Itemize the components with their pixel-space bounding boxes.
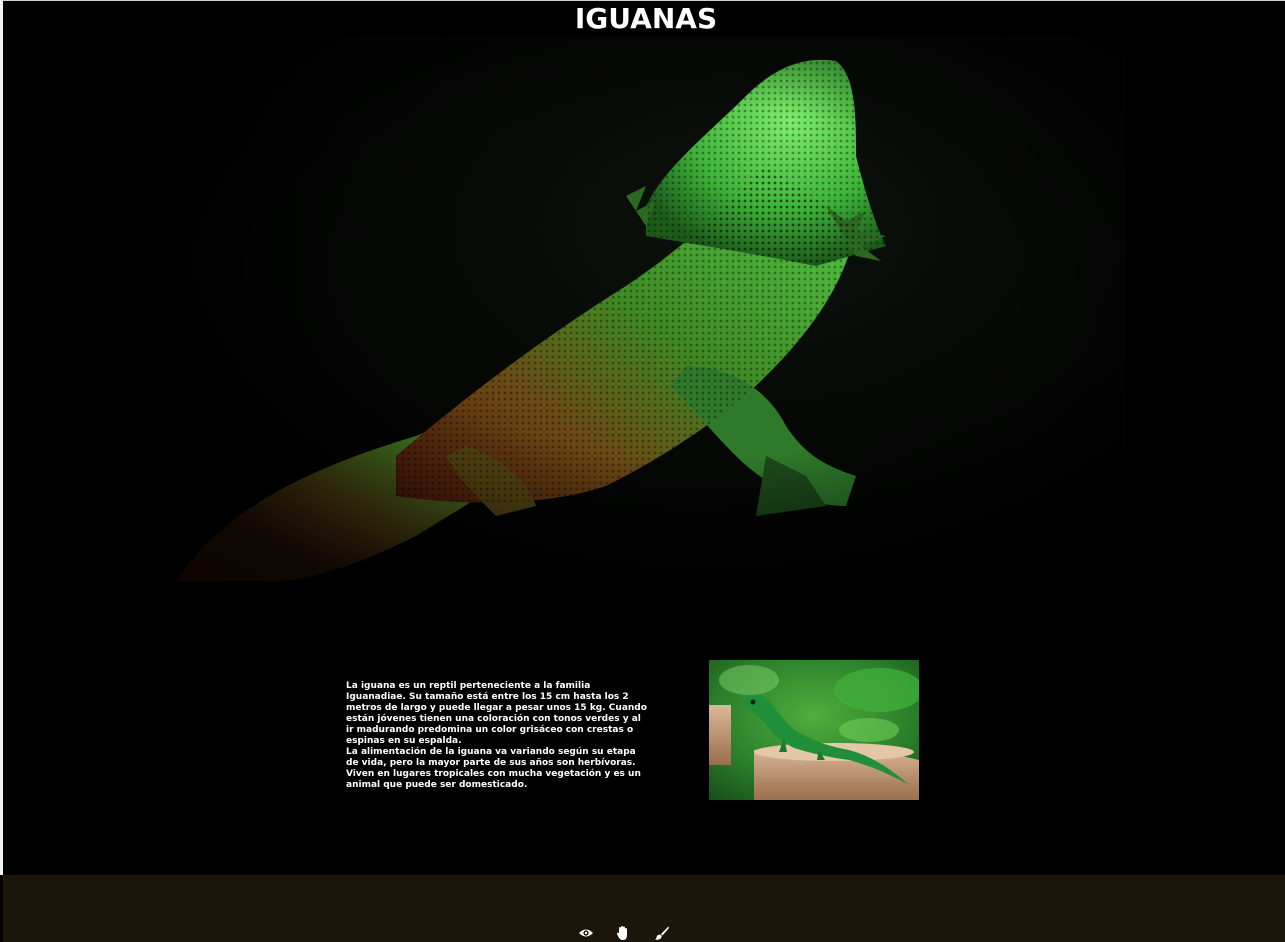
lizard-photo bbox=[709, 660, 919, 800]
article-text: La iguana es un reptil perteneciente a l… bbox=[346, 681, 651, 791]
page-title: IGUANAS bbox=[574, 2, 718, 35]
article-paragraph: La iguana es un reptil perteneciente a l… bbox=[346, 681, 647, 746]
article-paragraph: La alimentación de la iguana va variando… bbox=[346, 747, 641, 790]
footer-toolbar bbox=[575, 925, 675, 942]
lizard-thumbnail bbox=[709, 660, 919, 800]
page: IGUANAS La iguana es un reptil perteneci… bbox=[0, 0, 1285, 942]
eye-icon[interactable] bbox=[578, 925, 594, 941]
brush-icon[interactable] bbox=[654, 925, 670, 941]
iguana-illustration bbox=[166, 36, 1126, 581]
left-border bbox=[0, 0, 3, 875]
hero-image bbox=[166, 36, 1126, 581]
top-border bbox=[0, 0, 1285, 1]
hand-icon[interactable] bbox=[615, 925, 631, 941]
